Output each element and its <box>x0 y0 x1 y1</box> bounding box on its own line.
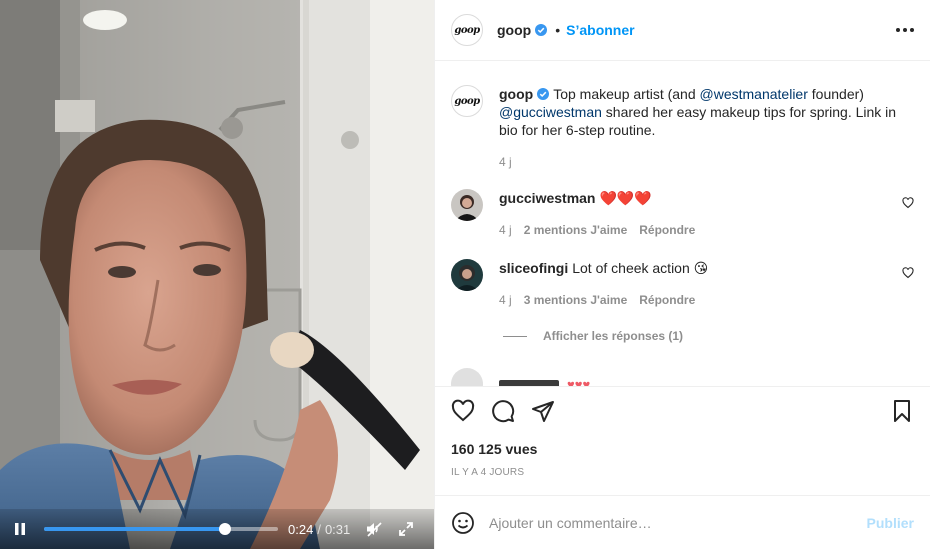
add-comment-bar: Publier <box>435 495 930 549</box>
caption-username[interactable]: goop <box>499 86 533 102</box>
video-time: 0:24/0:31 <box>288 522 350 537</box>
comment-item: gucciwestman ❤️❤️❤️ 4 j 2 mentions J'aime… <box>451 189 914 239</box>
caption-avatar-logo-text: goop <box>454 95 480 107</box>
comment-item: sliceofingi Lot of cheek action 😘 4 j 3 m… <box>451 259 914 309</box>
caption-timestamp[interactable]: 4 j <box>499 153 512 171</box>
video-progress-fill <box>44 527 226 531</box>
comments-list: goop goop Top makeup artist (and @westman… <box>435 61 930 386</box>
comment-likes[interactable]: 2 mentions J'aime <box>524 221 628 239</box>
fullscreen-icon[interactable] <box>396 519 416 539</box>
replies-divider-line <box>503 335 527 337</box>
more-options-icon[interactable] <box>896 22 914 38</box>
comment-username[interactable]: gucciwestman <box>499 190 595 206</box>
comment-timestamp[interactable]: 4 j <box>499 291 512 309</box>
bookmark-save-icon[interactable] <box>890 399 914 423</box>
reply-button[interactable]: Répondre <box>639 221 695 239</box>
video-frame <box>0 0 434 549</box>
mute-icon[interactable] <box>364 519 384 539</box>
post-header: goop goop • S’abonner <box>435 0 930 61</box>
video-scrubber-handle[interactable] <box>219 523 232 535</box>
caption-text: founder) <box>807 86 864 102</box>
post-timestamp[interactable]: IL Y A 4 JOURS <box>451 467 914 478</box>
avatar[interactable]: goop <box>451 14 483 46</box>
video-time-separator: / <box>317 521 321 537</box>
video-player[interactable]: 0:24/0:31 <box>0 0 434 549</box>
partial-username-redacted <box>499 379 559 386</box>
verified-badge-icon <box>535 24 548 36</box>
avatar[interactable] <box>451 368 483 386</box>
show-replies-button[interactable]: Afficher les réponses (1) <box>503 329 914 343</box>
comment-input[interactable] <box>489 514 867 531</box>
comment-text: ❤️❤️❤️ <box>599 190 652 206</box>
share-send-icon[interactable] <box>531 399 555 423</box>
post-actions: 160 125 vues IL Y A 4 JOURS <box>435 386 930 495</box>
video-controls: 0:24/0:31 <box>0 509 434 549</box>
verified-badge-icon <box>537 88 550 100</box>
caption-text: Top makeup artist (and <box>553 86 700 102</box>
post-dialog: 0:24/0:31 goop goop • S’abonner goop goo… <box>0 0 930 549</box>
emoji-smiley-icon[interactable] <box>451 511 475 535</box>
avatar[interactable] <box>451 259 483 291</box>
partial-emoji-hearts: ♥♥♥ <box>567 376 591 387</box>
comment-username[interactable]: sliceofingi <box>499 260 568 276</box>
caption-avatar[interactable]: goop <box>451 85 483 117</box>
like-heart-icon[interactable] <box>451 399 475 423</box>
comment-item-partial: ♥♥♥ <box>451 368 590 386</box>
comment-bubble-icon[interactable] <box>491 399 515 423</box>
comment-like-heart-icon[interactable] <box>902 267 914 279</box>
post-sidebar: goop goop • S’abonner goop goop Top makeu… <box>434 0 930 549</box>
follow-button[interactable]: S’abonner <box>566 22 634 38</box>
post-caption: goop goop Top makeup artist (and @westman… <box>451 85 914 171</box>
comment-text: Lot of cheek action 😘 <box>572 260 709 276</box>
comment-like-heart-icon[interactable] <box>902 197 914 209</box>
view-count[interactable]: 160 125 vues <box>451 441 914 457</box>
video-progress-bar[interactable] <box>44 523 278 535</box>
video-duration: 0:31 <box>324 521 351 537</box>
username-link[interactable]: goop <box>497 22 531 38</box>
publish-button[interactable]: Publier <box>867 515 914 531</box>
video-current-time: 0:24 <box>288 521 314 537</box>
comment-likes[interactable]: 3 mentions J'aime <box>524 291 628 309</box>
show-replies-label: Afficher les réponses (1) <box>543 329 684 343</box>
mention-link[interactable]: @gucciwestman <box>499 104 602 120</box>
mention-link[interactable]: @westmanatelier <box>700 86 808 102</box>
pause-icon[interactable] <box>10 519 30 539</box>
reply-button[interactable]: Répondre <box>639 291 695 309</box>
avatar[interactable] <box>451 189 483 221</box>
avatar-logo-text: goop <box>454 24 480 36</box>
header-separator: • <box>555 22 561 38</box>
comment-timestamp[interactable]: 4 j <box>499 221 512 239</box>
